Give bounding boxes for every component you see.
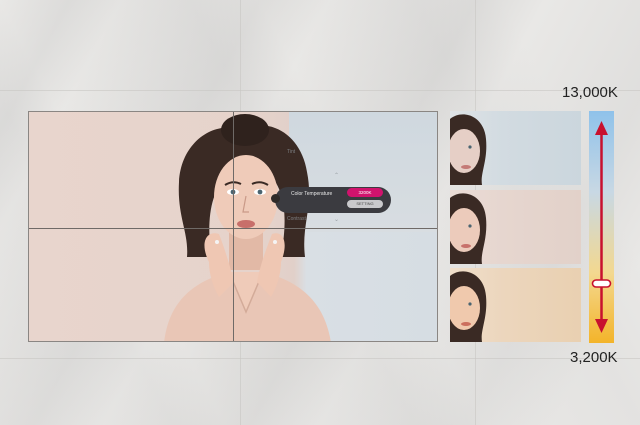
preview-portrait [450, 193, 487, 264]
osd-color-temperature-label: Color Temperature [291, 191, 333, 197]
temperature-arrows [591, 121, 612, 333]
preview-warm [450, 268, 581, 342]
video-wall-display: Tint ⌃ Color Temperature 3200K SETTING ⌄… [28, 111, 438, 342]
slider-handle-icon[interactable] [591, 279, 612, 288]
osd-color-temperature-value[interactable]: 3200K [347, 188, 383, 197]
scale-min-label: 3,200K [570, 349, 618, 366]
preview-portrait [450, 114, 487, 185]
tile-seam [0, 358, 640, 359]
tile-seam [0, 90, 640, 91]
down-arrow-icon [595, 319, 608, 333]
woman-portrait [164, 114, 331, 341]
preview-cool [450, 111, 581, 185]
preview-portrait [450, 271, 487, 342]
osd-item-contrast[interactable]: Contrast [287, 216, 306, 222]
preview-neutral [450, 190, 581, 264]
product-stage: Tint ⌃ Color Temperature 3200K SETTING ⌄… [0, 0, 640, 425]
bezel-vertical [233, 112, 234, 341]
caret-down-icon[interactable]: ⌄ [334, 216, 339, 223]
osd-setting-button[interactable]: SETTING [347, 200, 383, 208]
scale-max-label: 13,000K [562, 84, 618, 101]
osd-indicator-icon [271, 194, 280, 203]
bezel-horizontal [29, 228, 437, 229]
up-arrow-icon [595, 121, 608, 135]
caret-up-icon[interactable]: ⌃ [334, 172, 339, 179]
osd-item-tint[interactable]: Tint [287, 149, 295, 155]
